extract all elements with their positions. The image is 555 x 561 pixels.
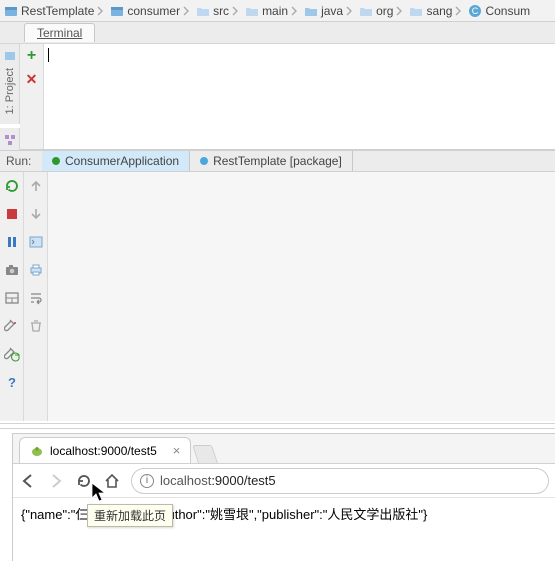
chevron-right-icon [182, 6, 190, 16]
folder-icon [196, 4, 210, 18]
browser-window: localhost:9000/test5 × i localhost:9000/… [12, 433, 555, 561]
run-action-column-1: ? [0, 172, 24, 421]
camera-icon[interactable] [4, 262, 20, 278]
chevron-right-icon [454, 6, 462, 16]
address-bar[interactable]: i localhost:9000/test5 [131, 468, 549, 494]
class-icon: C [468, 4, 482, 18]
pause-button[interactable] [4, 234, 20, 250]
crumb-resttemplate[interactable]: RestTemplate [2, 4, 108, 18]
svg-text:C: C [472, 6, 479, 16]
back-button[interactable] [19, 472, 37, 490]
address-url: localhost:9000/test5 [160, 473, 276, 488]
module-icon [110, 4, 124, 18]
run-header: Run: ConsumerApplication RestTemplate [p… [0, 150, 555, 172]
run-tab-consumerapplication[interactable]: ConsumerApplication [42, 151, 190, 171]
chevron-right-icon [345, 6, 353, 16]
crumb-consumer[interactable]: consumer [108, 4, 194, 18]
reload-tooltip: 重新加载此页 [87, 504, 173, 527]
sidebar-tab-project[interactable]: 1: Project [0, 44, 20, 124]
up-arrow-button[interactable] [28, 178, 44, 194]
crumb-main[interactable]: main [243, 4, 302, 18]
favicon-icon [30, 444, 44, 458]
run-panel: ? [0, 172, 555, 421]
terminal-close-button[interactable]: ✕ [26, 72, 38, 86]
home-button[interactable] [103, 472, 121, 490]
terminal-area[interactable] [44, 44, 555, 149]
breadcrumb: RestTemplate consumer src main java org … [0, 0, 555, 22]
terminal-tab[interactable]: Terminal [24, 23, 95, 42]
run-output[interactable] [48, 172, 555, 421]
browser-tab-strip: localhost:9000/test5 × [13, 434, 555, 464]
stop-button[interactable] [4, 206, 20, 222]
run-label: Run: [0, 154, 42, 168]
forward-button[interactable] [47, 472, 65, 490]
folder-icon [409, 4, 423, 18]
rerun-button[interactable] [4, 178, 20, 194]
chevron-right-icon [395, 6, 403, 16]
tab-close-button[interactable]: × [173, 443, 181, 458]
crumb-src[interactable]: src [194, 4, 243, 18]
layout-icon[interactable] [4, 290, 20, 306]
help-button[interactable]: ? [4, 374, 20, 390]
folder-icon [359, 4, 373, 18]
run-tab-resttemplate-package[interactable]: RestTemplate [package] [190, 151, 353, 171]
attach-icon[interactable] [4, 318, 20, 334]
browser-toolbar: i localhost:9000/test5 重新加载此页 [13, 464, 555, 498]
structure-icon [4, 134, 16, 146]
site-info-icon[interactable]: i [140, 474, 154, 488]
restart-run-icon[interactable] [4, 346, 20, 362]
down-arrow-button[interactable] [28, 206, 44, 222]
console-icon[interactable] [28, 234, 44, 250]
crumb-sang[interactable]: sang [407, 4, 466, 18]
folder-icon [245, 4, 259, 18]
run-status-dot-icon [200, 157, 208, 165]
run-action-column-2 [24, 172, 48, 421]
chevron-right-icon [96, 6, 104, 16]
chevron-right-icon [231, 6, 239, 16]
terminal-tab-row: Terminal [0, 22, 555, 44]
svg-text:?: ? [8, 375, 16, 390]
terminal-caret [48, 48, 49, 62]
browser-tab[interactable]: localhost:9000/test5 × [19, 437, 191, 463]
run-status-dot-icon [52, 157, 60, 165]
crumb-java[interactable]: java [302, 4, 357, 18]
chevron-right-icon [290, 6, 298, 16]
browser-tab-title: localhost:9000/test5 [50, 444, 157, 458]
wrap-icon[interactable] [28, 290, 44, 306]
module-icon [4, 4, 18, 18]
pane-divider[interactable] [0, 423, 555, 429]
crumb-class[interactable]: C Consum [466, 4, 532, 18]
print-icon[interactable] [28, 262, 44, 278]
terminal-gutter: + ✕ [20, 44, 44, 149]
folder-icon [304, 4, 318, 18]
terminal-panel: + ✕ [20, 44, 555, 150]
crumb-org[interactable]: org [357, 4, 407, 18]
project-icon [4, 50, 16, 62]
reload-button[interactable] [75, 472, 93, 490]
trash-icon[interactable] [28, 318, 44, 334]
terminal-add-button[interactable]: + [27, 48, 36, 64]
new-tab-button[interactable] [192, 445, 218, 463]
